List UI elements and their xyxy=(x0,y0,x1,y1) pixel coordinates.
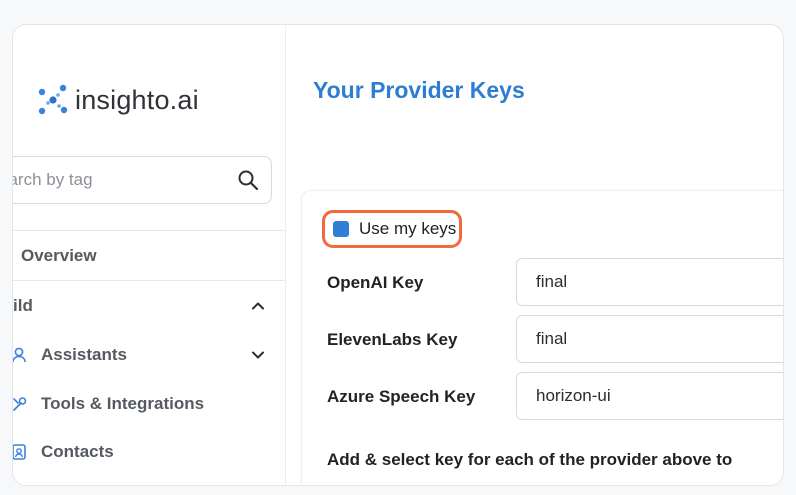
sidebar-item-label: Overview xyxy=(21,246,97,265)
elevenlabs-key-input[interactable] xyxy=(516,315,783,363)
sidebar-item-contacts[interactable]: Contacts xyxy=(13,432,285,472)
tools-icon xyxy=(13,397,27,411)
search-box xyxy=(13,156,272,204)
elevenlabs-key-label: ElevenLabs Key xyxy=(327,330,458,349)
sidebar-item-label: Contacts xyxy=(41,442,114,461)
provider-instructions-text: Add & select key for each of the provide… xyxy=(327,450,733,469)
sidebar-item-assistants[interactable]: Assistants xyxy=(13,335,285,375)
logo-icon xyxy=(38,84,68,115)
sidebar-divider xyxy=(13,230,285,231)
chevron-down-icon[interactable] xyxy=(251,348,265,362)
sidebar-item-tools-integrations[interactable]: Tools & Integrations xyxy=(13,384,285,424)
use-my-keys-label: Use my keys xyxy=(359,219,457,238)
sidebar-divider xyxy=(13,280,285,281)
sidebar-item-overview[interactable]: Overview xyxy=(13,236,285,276)
logo-text: insighto.ai xyxy=(75,84,199,115)
sidebar-section-label: ild xyxy=(13,296,33,315)
openai-key-input[interactable] xyxy=(516,258,783,306)
azure-speech-key-input[interactable] xyxy=(516,372,783,420)
page-title: Your Provider Keys xyxy=(313,77,525,103)
search-input[interactable] xyxy=(13,169,211,191)
user-icon xyxy=(13,347,26,363)
chevron-up-icon[interactable] xyxy=(251,299,265,313)
app-window: insighto.ai Overview ild Assista xyxy=(12,24,784,486)
openai-key-label: OpenAI Key xyxy=(327,273,424,292)
use-my-keys-checkbox[interactable] xyxy=(333,221,349,237)
contacts-icon xyxy=(13,444,26,460)
sidebar-section-build[interactable]: ild xyxy=(13,286,285,326)
search-icon[interactable] xyxy=(237,169,259,191)
sidebar-item-label: Tools & Integrations xyxy=(41,394,205,413)
logo[interactable]: insighto.ai xyxy=(37,81,199,119)
use-my-keys-toggle[interactable]: Use my keys xyxy=(322,210,462,248)
sidebar-item-label: Assistants xyxy=(41,345,127,364)
azure-speech-key-label: Azure Speech Key xyxy=(327,387,476,406)
main-content: Your Provider Keys Use my keys OpenAI Ke… xyxy=(285,25,783,485)
sidebar: insighto.ai Overview ild Assista xyxy=(13,25,286,485)
